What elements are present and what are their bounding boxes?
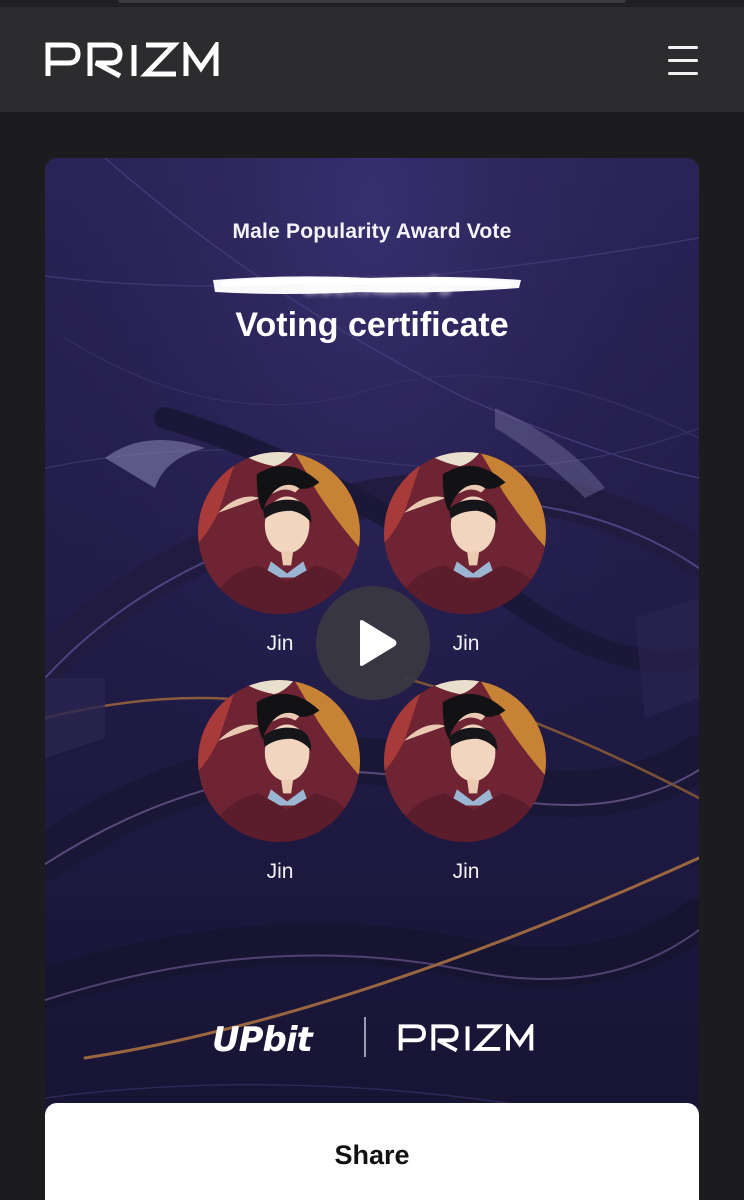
share-button[interactable]: Share [45, 1103, 699, 1200]
redaction-scribble [213, 276, 521, 294]
menu-button[interactable] [662, 41, 704, 81]
candidate-photo [384, 452, 546, 614]
upbit-logo: UPbit [212, 1020, 316, 1058]
candidate-card: Jin [384, 680, 548, 884]
candidate-photo [198, 680, 360, 842]
play-icon [360, 620, 397, 666]
logo-divider [364, 1017, 366, 1057]
play-button[interactable] [316, 586, 430, 700]
hamburger-menu-icon [668, 46, 698, 49]
svg-text:UPbit: UPbit [212, 1020, 315, 1058]
candidate-card: Jin [198, 680, 362, 884]
candidate-photo [198, 452, 360, 614]
top-navigation-bar [0, 7, 744, 112]
candidate-name: Jin [452, 860, 480, 883]
status-strip [0, 0, 744, 7]
hamburger-menu-icon-line [668, 72, 698, 75]
share-label: Share [334, 1140, 410, 1170]
award-title: Male Popularity Award Vote [232, 220, 512, 243]
page: Male Popularity Award Vote user.name's V… [0, 0, 744, 1200]
prizm-logo[interactable] [44, 42, 220, 78]
voting-certificate-card: Male Popularity Award Vote user.name's V… [45, 158, 699, 1200]
candidate-name: Jin [266, 860, 294, 883]
prizm-logo-small [398, 1024, 534, 1052]
sponsor-logos: UPbit [45, 1014, 699, 1062]
hamburger-menu-icon-line [668, 59, 698, 62]
candidate-photo [384, 680, 546, 842]
certificate-title: Voting certificate [235, 306, 509, 344]
